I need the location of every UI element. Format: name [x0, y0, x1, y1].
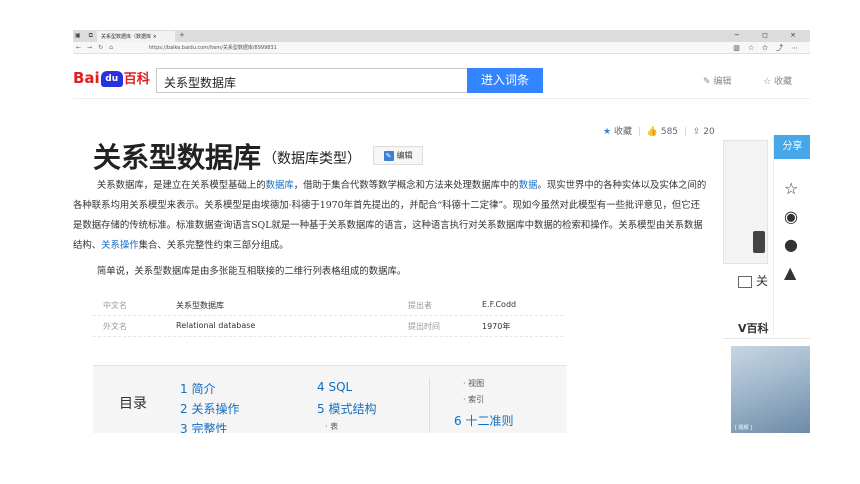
toc-sub-view[interactable]: · 视图: [463, 378, 484, 389]
window-system-icons: ▣ ⧉: [75, 32, 96, 39]
edit-button[interactable]: ✎ 编辑: [373, 146, 423, 165]
toc-sub-table[interactable]: · 表: [325, 421, 338, 432]
table-row: 中文名 关系型数据库 提出者 E.F.Codd: [93, 295, 563, 316]
summary-image[interactable]: [723, 140, 768, 264]
summary-paragraph-2: 简单说，关系型数据库是由多张能互相联接的二维行列表格组成的数据库。: [96, 266, 407, 277]
share-button[interactable]: 分享: [774, 135, 810, 159]
header-edit-link[interactable]: ✎ 编辑: [703, 74, 731, 87]
article-main: ★ 收藏 | 👍 585 | ⇪ 20 关系型数据库 （数据库类型） ✎ 编辑 关…: [73, 100, 723, 433]
toc-item-integrity[interactable]: 3 完整性: [180, 420, 227, 433]
star-icon[interactable]: ★: [603, 127, 611, 137]
v-baike-video-thumbnail[interactable]: [ 视频 ]: [731, 346, 810, 433]
pencil-icon: ✎: [383, 150, 394, 161]
link-relational-operations[interactable]: 关系操作: [101, 240, 139, 251]
browser-window: ▣ ⧉ 关系型数据库（数据库 × + − ◻ × ←→↻⌂ https://ba…: [73, 30, 810, 433]
video-caption: [ 视频 ]: [735, 425, 753, 431]
wechat-icon[interactable]: ●: [784, 235, 798, 254]
browser-toolbar-icons[interactable]: ▥☆✩⤴⋯: [733, 43, 806, 53]
divider: [723, 338, 810, 339]
paw-icon: du: [100, 70, 123, 87]
weibo-icon[interactable]: ◉: [784, 207, 798, 226]
toc-item-intro[interactable]: 1 简介: [180, 380, 215, 397]
page-title: 关系型数据库: [93, 141, 262, 174]
like-count[interactable]: 585: [661, 127, 678, 137]
header-fav-link[interactable]: ☆ 收藏: [763, 74, 792, 87]
browser-tabbar: ▣ ⧉ 关系型数据库（数据库 × + − ◻ ×: [73, 30, 810, 42]
toc-item-twelve-rules[interactable]: 6 十二准则: [454, 412, 513, 429]
tab-title: 关系型数据库（数据库 ×: [101, 34, 157, 40]
nav-buttons-icon[interactable]: ←→↻⌂: [76, 44, 119, 51]
table-of-contents: 目录 1 简介 2 关系操作 3 完整性 4 SQL 5 模式结构 · 表 · …: [93, 365, 567, 433]
browser-addressbar: ←→↻⌂ https://baike.baidu.com/item/关系型数据库…: [73, 42, 810, 54]
enter-entry-button[interactable]: 进入词条: [467, 68, 543, 93]
share-panel: 分享 ☆ ◉ ● ▲: [773, 135, 810, 335]
qzone-star-icon[interactable]: ☆: [784, 179, 798, 198]
toc-title: 目录: [119, 396, 147, 412]
link-database[interactable]: 数据库: [266, 180, 294, 191]
window-controls[interactable]: − ◻ ×: [734, 31, 806, 39]
site-header: Bai du 百科 关系型数据库 进入词条 ✎ 编辑 ☆ 收藏: [73, 54, 810, 99]
qq-icon[interactable]: ▲: [784, 263, 796, 282]
link-data[interactable]: 数据: [519, 180, 538, 191]
search-input[interactable]: 关系型数据库: [156, 68, 468, 93]
device-image-icon: [753, 231, 765, 253]
table-row: 外文名 Relational database 提出时间 1970年: [93, 316, 563, 337]
toc-divider: [429, 378, 430, 433]
summary-paragraph: 关系数据库，是建立在关系模型基础上的数据库，借助于集合代数等数学概念和方法来处理…: [73, 180, 707, 251]
browser-tab[interactable]: 关系型数据库（数据库 ×: [97, 31, 175, 42]
page-subtitle: （数据库类型）: [263, 151, 361, 167]
fav-action[interactable]: 收藏: [614, 127, 632, 137]
share-out-icon[interactable]: ⇪: [693, 127, 701, 137]
new-tab-button[interactable]: +: [179, 31, 185, 39]
toc-item-operations[interactable]: 2 关系操作: [180, 400, 239, 417]
article-actions: ★ 收藏 | 👍 585 | ⇪ 20: [603, 127, 715, 137]
toc-item-schema[interactable]: 5 模式结构: [317, 400, 376, 417]
share-count[interactable]: 20: [703, 127, 714, 137]
toc-sub-index[interactable]: · 索引: [463, 394, 484, 405]
baidu-baike-logo[interactable]: Bai du 百科: [73, 68, 150, 87]
thumb-up-icon[interactable]: 👍: [647, 127, 658, 137]
album-link[interactable]: 关: [738, 272, 768, 289]
star-outline-icon: ☆: [763, 77, 774, 87]
image-album-icon: [738, 275, 752, 288]
url-field[interactable]: https://baike.baidu.com/item/关系型数据库/8999…: [149, 44, 277, 51]
v-baike-title: V百科: [738, 322, 769, 335]
toc-item-sql[interactable]: 4 SQL: [317, 380, 352, 394]
pencil-icon: ✎: [703, 77, 714, 87]
